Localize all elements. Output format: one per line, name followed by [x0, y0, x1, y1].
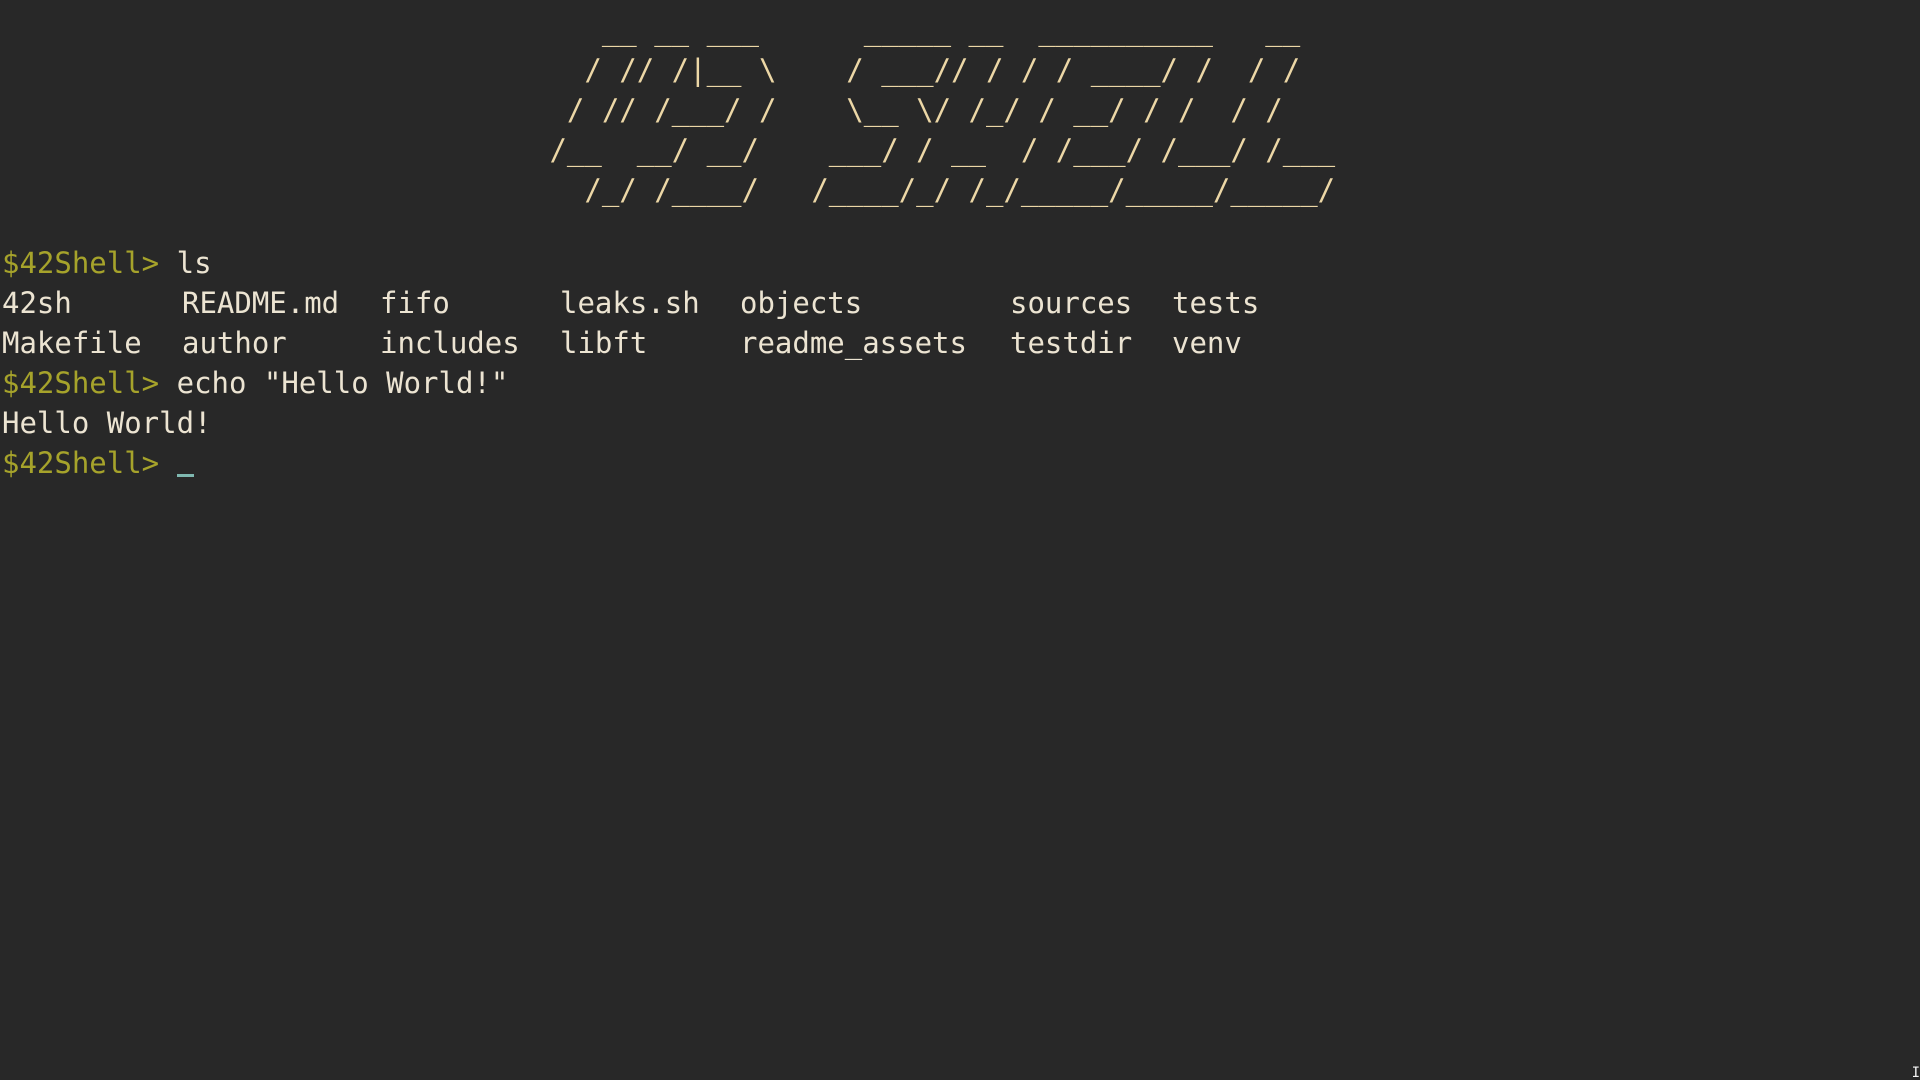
banner-line-4: /__ __/ __/ ___/ / __ / /___/ /___/ /___ [532, 133, 1336, 167]
banner-line-5: /_/ /____/ /____/_/ /_/_____/_____/_____… [532, 173, 1336, 207]
shell-prompt: $42Shell> [2, 246, 160, 280]
banner-line-2: / // /|__ \ / ___// / / / ____/ / / / [532, 53, 1301, 87]
command-text: echo "Hello World!" [176, 366, 509, 400]
terminal-session: $42Shell> ls 42sh README.md fifo leaks.s… [2, 243, 1259, 483]
ls-entry: fifo [380, 286, 450, 320]
ls-output-row: Makefile author includes libft readme_as… [2, 323, 1242, 363]
banner-line-3: / // /___/ / \__ \/ /_/ / __/ / / / / [532, 93, 1283, 127]
ls-entry: 42sh [2, 286, 72, 320]
ls-entry: leaks.sh [560, 286, 700, 320]
ls-entry: readme_assets [740, 326, 967, 360]
terminal-window[interactable]: __ __ ___ _____ __ __________ __ / // /|… [0, 0, 1920, 1080]
ls-output-row: 42sh README.md fifo leaks.sh objects sou… [2, 283, 1259, 323]
ls-entry: venv [1172, 326, 1242, 360]
text-cursor-icon: I [1911, 1065, 1920, 1080]
ls-entry: tests [1172, 286, 1260, 320]
ls-entry: Makefile [2, 326, 142, 360]
ls-entry: objects [740, 286, 863, 320]
ls-entry: README.md [182, 286, 340, 320]
ls-entry: sources [1010, 286, 1133, 320]
text-cursor [176, 474, 194, 477]
ls-entry: testdir [1010, 326, 1133, 360]
ls-entry: includes [380, 326, 520, 360]
ls-entry: libft [560, 326, 648, 360]
command-text: ls [176, 246, 212, 280]
banner-line-1: __ __ ___ _____ __ __________ __ [532, 13, 1301, 47]
command-line-ls: $42Shell> ls [2, 243, 508, 283]
ls-entry: author [182, 326, 287, 360]
